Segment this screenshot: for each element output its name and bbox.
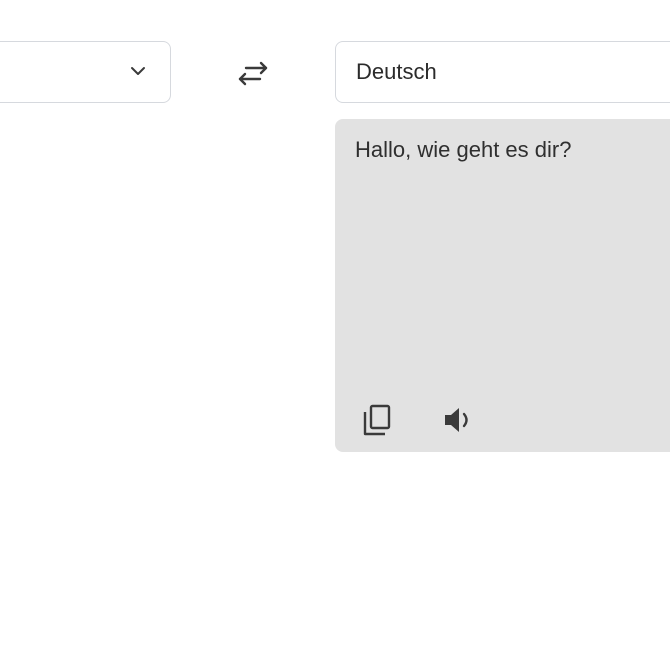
translation-output: Hallo, wie geht es dir? xyxy=(335,119,670,452)
swap-arrows-icon xyxy=(238,61,268,86)
source-language-select[interactable] xyxy=(0,41,171,103)
copy-button[interactable] xyxy=(357,400,397,440)
copy-icon xyxy=(363,404,391,436)
swap-languages-button[interactable] xyxy=(236,60,270,88)
translator-panel: Deutsch Hallo, wie geht es dir? xyxy=(0,0,670,670)
speak-button[interactable] xyxy=(439,400,479,440)
speaker-icon xyxy=(445,408,468,432)
target-language-value: Deutsch xyxy=(356,59,437,84)
translation-output-text: Hallo, wie geht es dir? xyxy=(355,137,572,162)
chevron-down-icon xyxy=(131,67,145,75)
target-language-select[interactable]: Deutsch xyxy=(335,41,670,103)
